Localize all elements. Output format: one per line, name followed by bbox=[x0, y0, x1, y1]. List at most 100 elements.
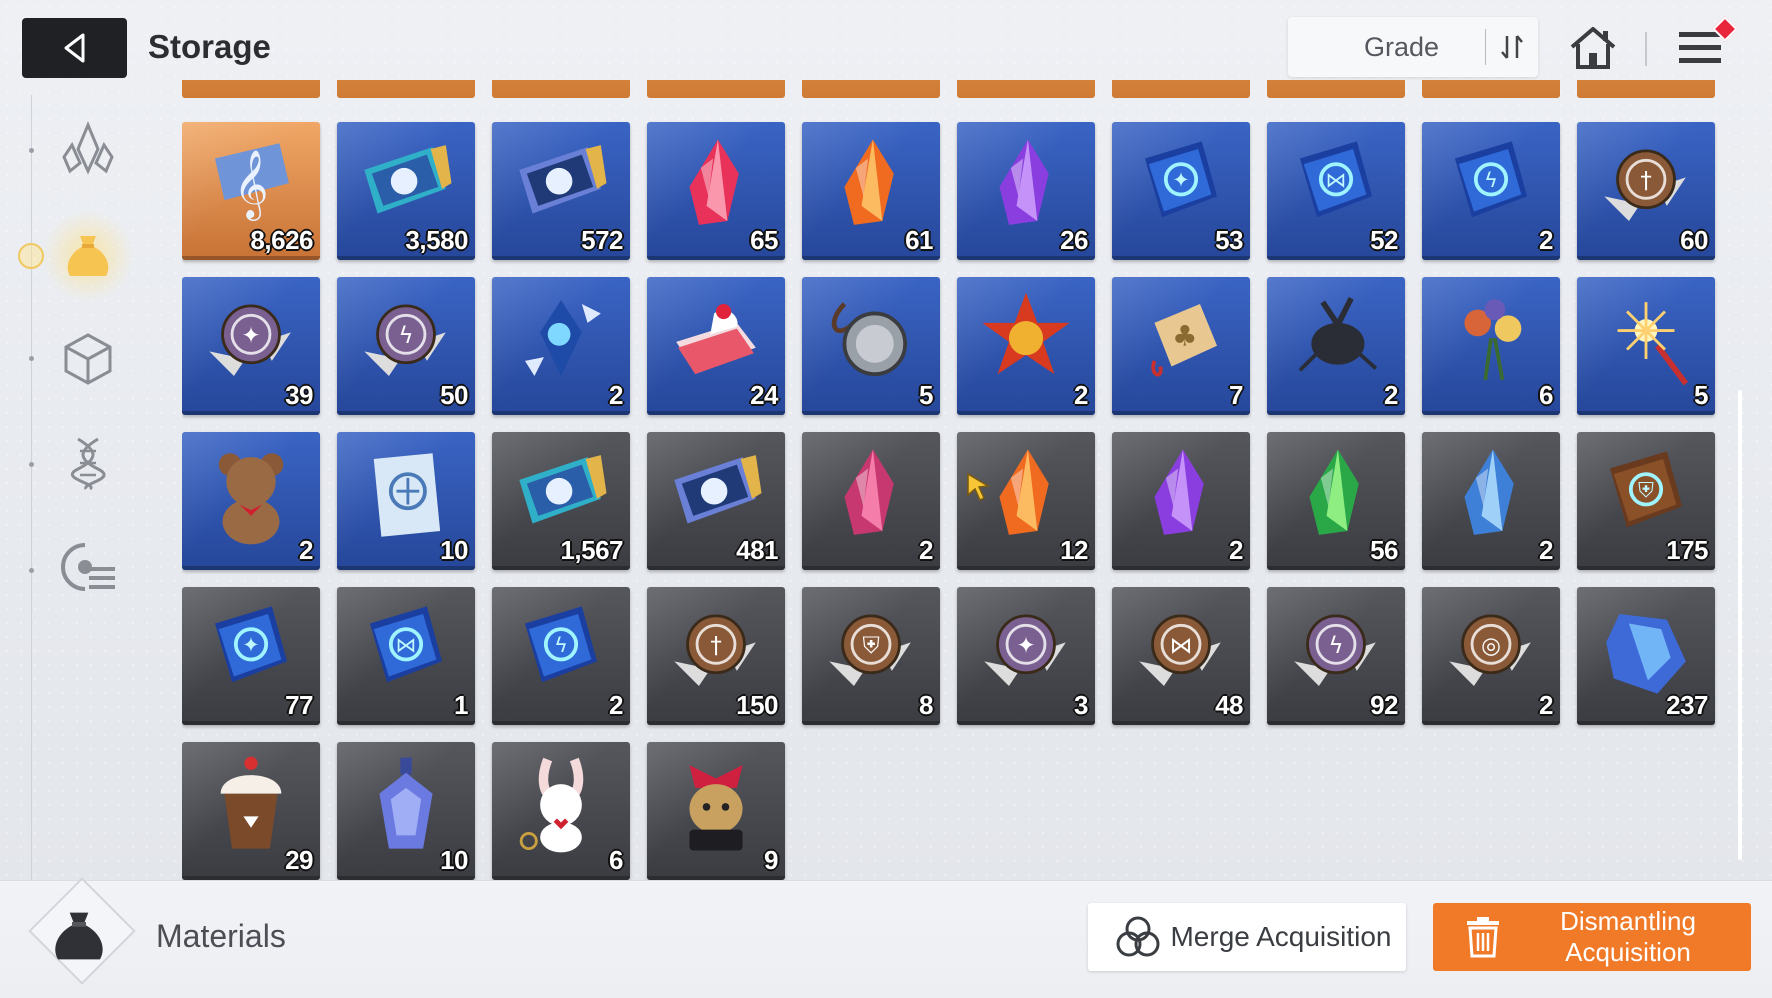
tile-grade-strip bbox=[182, 566, 320, 570]
tile-grade-strip bbox=[1577, 721, 1715, 725]
item-tile[interactable]: ✦ 53 bbox=[1112, 122, 1250, 260]
dismantling-acquisition-button[interactable]: Dismantling Acquisition bbox=[1433, 903, 1751, 971]
item-tile[interactable]: 481 bbox=[647, 432, 785, 570]
back-button[interactable] bbox=[22, 18, 127, 78]
item-tile[interactable]: ϟ 50 bbox=[337, 277, 475, 415]
item-tile[interactable]: † 60 bbox=[1577, 122, 1715, 260]
tile-grade-strip bbox=[802, 721, 940, 725]
item-tile[interactable]: ♣ 7 bbox=[1112, 277, 1250, 415]
item-quantity: 6 bbox=[609, 845, 623, 875]
item-tile[interactable]: 2 bbox=[802, 432, 940, 570]
item-tile[interactable]: 6 bbox=[1422, 277, 1560, 415]
item-quantity: 150 bbox=[736, 690, 778, 720]
item-quantity: 56 bbox=[1370, 535, 1398, 565]
sword-medal-icon: † bbox=[674, 614, 756, 687]
item-quantity: 2 bbox=[1229, 535, 1243, 565]
sidebar-rail bbox=[31, 95, 32, 880]
item-tile[interactable]: ✦ 39 bbox=[182, 277, 320, 415]
item-quantity: 92 bbox=[1370, 690, 1398, 720]
item-tile[interactable]: 2 bbox=[1422, 432, 1560, 570]
item-tile[interactable]: ⋈ 48 bbox=[1112, 587, 1250, 725]
butterfly-book-icon: ⋈ bbox=[1299, 141, 1373, 218]
item-tile[interactable]: ⋈ 1 bbox=[337, 587, 475, 725]
item-tile[interactable]: ϟ 92 bbox=[1267, 587, 1405, 725]
sidebar-tab-crystal[interactable] bbox=[52, 113, 124, 185]
item-tile[interactable]: 5 bbox=[1577, 277, 1715, 415]
item-tile[interactable]: 3,580 bbox=[337, 122, 475, 260]
item-tile[interactable]: ✦ 3 bbox=[957, 587, 1095, 725]
tile-grade-strip bbox=[647, 566, 785, 570]
item-quantity: 481 bbox=[736, 535, 778, 565]
target-medal-icon: ◎ bbox=[1449, 614, 1531, 687]
active-tab-indicator bbox=[18, 243, 44, 269]
tile-grade-strip bbox=[1577, 566, 1715, 570]
item-tile[interactable]: ⛨ 175 bbox=[1577, 432, 1715, 570]
emblem-book-icon bbox=[373, 453, 441, 537]
item-tile[interactable]: 24 bbox=[647, 277, 785, 415]
item-tile[interactable]: 2 bbox=[492, 277, 630, 415]
sidebar-dot bbox=[29, 568, 34, 573]
item-tile[interactable]: 9 bbox=[647, 742, 785, 880]
merge-acquisition-button[interactable]: Merge Acquisition bbox=[1088, 903, 1406, 971]
tile-grade-strip bbox=[492, 566, 630, 570]
item-tile[interactable]: 2 bbox=[182, 432, 320, 570]
item-tile[interactable]: 61 bbox=[802, 122, 940, 260]
flower-bouquet-icon bbox=[1464, 299, 1522, 381]
item-tile[interactable]: 2 bbox=[957, 277, 1095, 415]
category-label: Materials bbox=[156, 918, 286, 954]
item-tile[interactable]: 5 bbox=[802, 277, 940, 415]
tile-grade-strip bbox=[337, 566, 475, 570]
dismantling-acquisition-label: Dismantling Acquisition bbox=[1560, 906, 1696, 967]
item-tile[interactable]: 10 bbox=[337, 742, 475, 880]
home-icon bbox=[1570, 27, 1616, 69]
item-tile[interactable]: 1,567 bbox=[492, 432, 630, 570]
item-tile[interactable]: ⋈ 52 bbox=[1267, 122, 1405, 260]
home-button[interactable] bbox=[1565, 20, 1621, 76]
item-tile[interactable]: ⛨ 8 bbox=[802, 587, 940, 725]
sort-control[interactable]: Grade bbox=[1288, 17, 1538, 77]
item-quantity: 2 bbox=[299, 535, 313, 565]
item-tile[interactable]: 26 bbox=[957, 122, 1095, 260]
item-tile[interactable]: 2 bbox=[1112, 432, 1250, 570]
item-tile[interactable]: ϟ2 bbox=[492, 587, 630, 725]
tile-grade-strip bbox=[1112, 411, 1250, 415]
pocket-watch-icon bbox=[831, 302, 908, 377]
sort-order-button[interactable] bbox=[1486, 17, 1538, 77]
item-tile[interactable]: ◎ 2 bbox=[1422, 587, 1560, 725]
item-quantity: 2 bbox=[919, 535, 933, 565]
item-quantity: 2 bbox=[1539, 535, 1553, 565]
sidebar-tab-dna[interactable] bbox=[52, 427, 124, 499]
lightning-book-icon: ϟ bbox=[524, 606, 598, 683]
merge-circles-icon bbox=[1116, 916, 1160, 957]
item-tile[interactable]: 2 bbox=[1267, 277, 1405, 415]
item-tile[interactable]: ϟ2 bbox=[1422, 122, 1560, 260]
item-tile[interactable]: ✦ 77 bbox=[182, 587, 320, 725]
shield-book-icon: ⛨ bbox=[1609, 451, 1683, 528]
item-tile[interactable]: 6 bbox=[492, 742, 630, 880]
item-quantity: 8 bbox=[919, 690, 933, 720]
item-quantity: 6 bbox=[1539, 380, 1553, 410]
item-quantity: 24 bbox=[750, 380, 778, 410]
sidebar-tab-materials[interactable] bbox=[42, 210, 134, 302]
sidebar-tab-chip[interactable] bbox=[52, 531, 124, 603]
ice-shard-icon bbox=[524, 300, 601, 377]
item-tile[interactable]: 237 bbox=[1577, 587, 1715, 725]
item-tile[interactable]: 65 bbox=[647, 122, 785, 260]
item-tile[interactable]: 𝄞 8,626 bbox=[182, 122, 320, 260]
perfume-bottle-icon bbox=[379, 757, 433, 849]
item-tile[interactable]: 29 bbox=[182, 742, 320, 880]
blue-crystal-icon bbox=[1464, 449, 1514, 535]
lightning-book-icon: ϟ bbox=[1454, 141, 1528, 218]
tile-grade-strip bbox=[1577, 411, 1715, 415]
tile-grade-strip bbox=[182, 721, 320, 725]
sort-grade-label[interactable]: Grade bbox=[1288, 32, 1485, 63]
item-quantity: 1,567 bbox=[560, 535, 623, 565]
item-tile[interactable]: 10 bbox=[337, 432, 475, 570]
item-tile[interactable]: † 150 bbox=[647, 587, 785, 725]
sidebar-tab-cube[interactable] bbox=[52, 323, 124, 395]
grid-scrollbar[interactable] bbox=[1738, 390, 1742, 860]
item-tile[interactable]: 56 bbox=[1267, 432, 1405, 570]
item-tile[interactable]: 572 bbox=[492, 122, 630, 260]
svg-text:⋈: ⋈ bbox=[396, 633, 417, 657]
star-ticket-icon bbox=[674, 455, 762, 524]
